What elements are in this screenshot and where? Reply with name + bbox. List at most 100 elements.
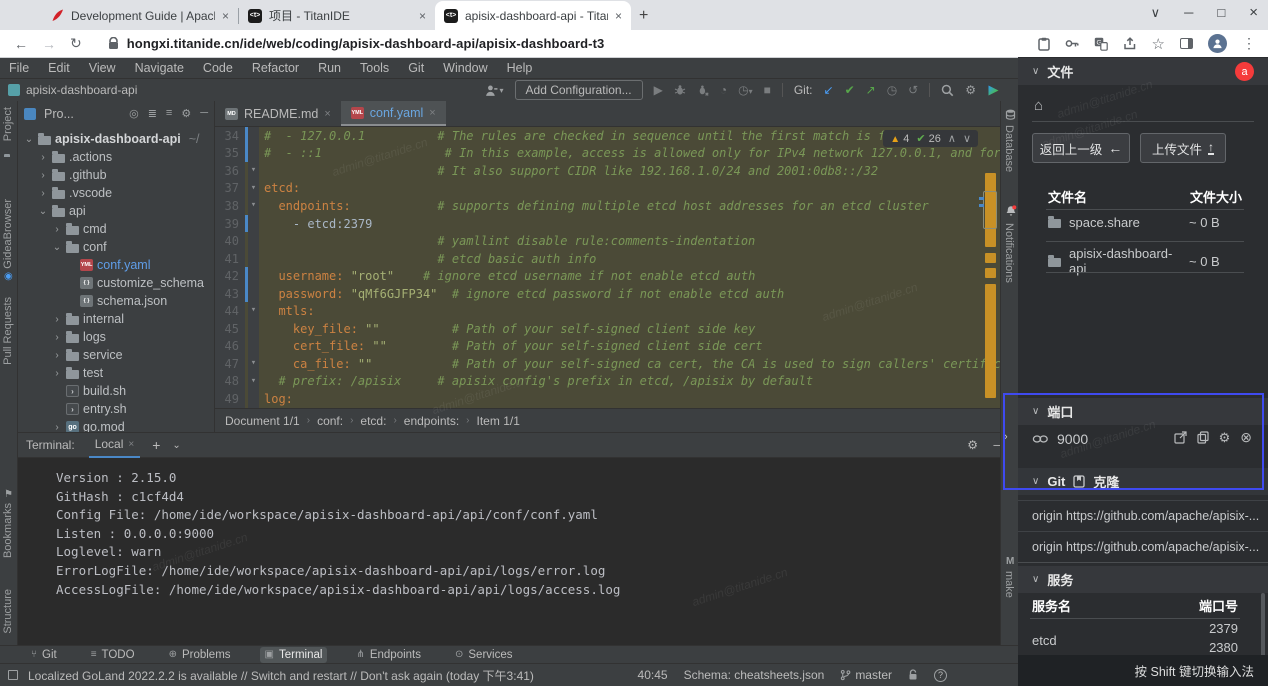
menu-item-run[interactable]: Run [318,61,341,75]
port-close-icon[interactable]: ⊗ [1240,429,1252,446]
breadcrumb-item[interactable]: endpoints: [404,414,459,428]
tree-item[interactable]: ›service [18,346,214,364]
notification-badge[interactable]: a [1235,62,1254,81]
menu-item-code[interactable]: Code [203,61,233,75]
lock-status-icon[interactable] [908,669,918,681]
menu-item-edit[interactable]: Edit [48,61,70,75]
collapse-all-icon[interactable]: ≡ [166,107,172,120]
browser-kebab-menu-icon[interactable]: ⋮ [1242,35,1256,52]
port-number[interactable]: 9000 [1057,431,1088,447]
forward-icon[interactable]: → [42,36,56,52]
git-remote-row[interactable]: origin https://github.com/apache/apisix-… [1018,500,1268,531]
toolwindow-toggle-icon[interactable] [8,670,18,680]
expand-all-icon[interactable]: ≣ [148,107,157,120]
new-tab-button[interactable]: + [639,7,648,25]
coverage-icon[interactable] [697,84,709,96]
back-parent-button[interactable]: 返回上一级 ← [1032,133,1130,163]
prev-problem-icon[interactable]: ∧ [948,132,956,145]
tree-item[interactable]: ›cmd [18,220,214,238]
tree-chevron-icon[interactable]: › [38,170,48,181]
status-message[interactable]: Localized GoLand 2022.2.2 is available /… [28,667,534,684]
fold-icon[interactable]: ▾ [248,180,259,198]
browser-tab[interactable]: <t>apisix-dashboard-api - TitanID× [435,1,631,30]
tree-chevron-icon[interactable]: ⌄ [52,242,62,253]
panel-settings-gear-icon[interactable]: ⚙ [181,107,191,120]
tree-item[interactable]: ⌄api [18,202,214,220]
terminal-new-tab-icon[interactable]: + [152,437,160,453]
next-problem-icon[interactable]: ∨ [963,132,971,145]
menu-item-file[interactable]: File [9,61,29,75]
tab-close-icon[interactable]: × [615,9,622,23]
tree-item[interactable]: ›.github [18,166,214,184]
git-rollback-icon[interactable]: ↺ [908,83,918,97]
terminal-output[interactable]: Version : 2.15.0GitHash : c1cf4d4Config … [18,458,1000,645]
side-panel-icon[interactable] [1180,38,1193,49]
clipboard-icon[interactable] [1038,37,1050,51]
toolwindow-button-git[interactable]: ⑂Git [26,647,62,663]
tool-stripe-structure[interactable]: Structure [2,589,14,634]
breadcrumb-item[interactable]: Item 1/1 [477,414,520,428]
tree-item[interactable]: ›.vscode [18,184,214,202]
editor-tab[interactable]: YMLconf.yaml× [341,101,446,126]
menu-item-window[interactable]: Window [443,61,487,75]
schema-selector[interactable]: Schema: cheatsheets.json [684,668,825,682]
menu-item-refactor[interactable]: Refactor [252,61,299,75]
refresh-icon[interactable]: ↻ [70,35,82,52]
settings-gear-icon[interactable]: ⚙ [965,83,976,97]
git-history-icon[interactable]: ◷ [887,83,897,97]
locate-file-icon[interactable]: ◎ [129,107,139,120]
tree-item[interactable]: ›.actions [18,148,214,166]
run-history-icon[interactable]: ◷▾ [738,83,753,97]
editor-tab-close-icon[interactable]: × [324,108,330,120]
breadcrumb-item[interactable]: conf: [317,414,343,428]
tree-item[interactable]: { }customize_schema [18,274,214,292]
bookmark-star-icon[interactable]: ☆ [1152,35,1165,53]
browser-tab[interactable]: <t>项目 - TitanIDE× [239,1,435,30]
port-open-external-icon[interactable] [1174,431,1187,444]
stop-icon[interactable]: ■ [764,83,771,97]
toolwindow-button-endpoints[interactable]: ⋔Endpoints [351,647,426,663]
tree-item[interactable]: YMLconf.yaml [18,256,214,274]
password-key-icon[interactable] [1065,37,1079,50]
window-maximize-button[interactable]: □ [1217,5,1225,20]
terminal-settings-gear-icon[interactable]: ⚙ [967,438,978,452]
tab-close-icon[interactable]: × [222,9,229,23]
stripe-expand-chevron[interactable]: › [1004,431,1008,443]
git-commit-icon[interactable]: ✔ [845,83,855,97]
terminal-tab-close-icon[interactable]: × [128,439,134,450]
tool-stripe-gidea-browser[interactable]: GideaBrowser [2,199,14,269]
inspection-widget[interactable]: ▲ 4 ✔ 26 ∧ ∨ [883,130,978,147]
translate-icon[interactable]: G [1094,37,1108,51]
fold-icon[interactable]: ▾ [248,373,259,391]
tree-item[interactable]: ›logs [18,328,214,346]
editor-tab-close-icon[interactable]: × [429,107,435,119]
editor-scrollbar-thumb[interactable] [983,191,997,229]
tree-chevron-icon[interactable]: ⌄ [38,206,48,217]
git-push-icon[interactable]: ↗ [866,83,876,97]
home-icon[interactable]: ⌂ [1034,97,1043,114]
error-stripe[interactable] [985,127,997,408]
code-editor[interactable]: 34# - 127.0.0.1 # The rules are checked … [215,127,1000,408]
git-section-header[interactable]: ∨ Git 克隆 [1018,468,1268,495]
menu-item-help[interactable]: Help [507,61,533,75]
project-breadcrumb[interactable]: apisix-dashboard-api [8,83,137,97]
tree-item[interactable]: ⌄conf [18,238,214,256]
tree-item[interactable]: ›build.sh [18,382,214,400]
git-branch-widget[interactable]: master [840,668,892,682]
share-icon[interactable] [1123,37,1137,50]
tab-close-icon[interactable]: × [419,9,426,23]
browser-menu-chevron-icon[interactable]: ∨ [1151,5,1161,21]
tool-stripe-project[interactable]: Project [2,107,14,141]
fold-icon[interactable]: ▾ [248,197,259,215]
breadcrumb-item[interactable]: Document 1/1 [225,414,300,428]
terminal-dropdown-icon[interactable]: ⌄ [172,440,180,451]
tree-chevron-icon[interactable]: › [52,422,62,433]
file-row[interactable]: space.share~ 0 B [1048,215,1254,230]
tool-stripe-make[interactable]: make [1003,571,1015,598]
fold-icon[interactable]: ▾ [248,355,259,373]
project-panel-title[interactable]: Pro... [44,107,74,121]
editor-tab[interactable]: MDREADME.md× [215,101,341,126]
profiler-icon[interactable]: ◔ [720,83,727,97]
breadcrumb-item[interactable]: etcd: [360,414,386,428]
services-collapse-chevron-icon[interactable]: ∨ [1032,574,1039,585]
